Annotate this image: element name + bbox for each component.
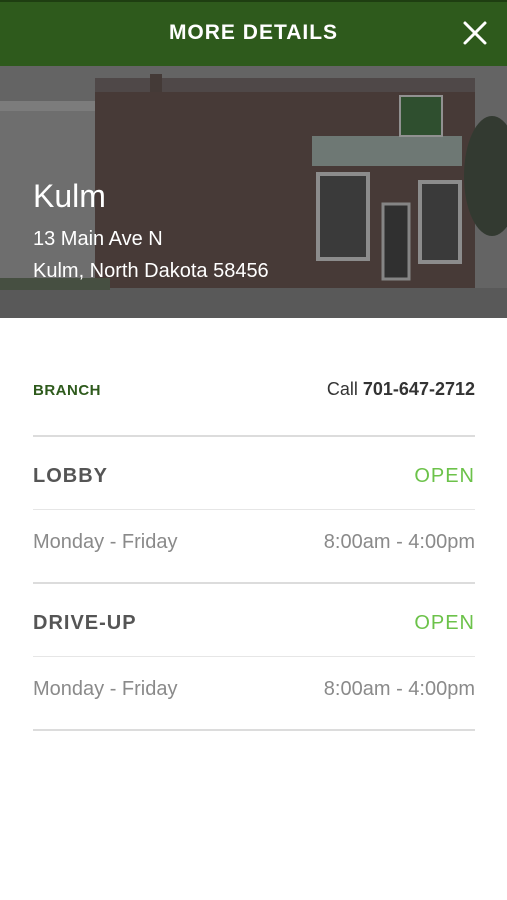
- divider: [33, 582, 475, 584]
- top-bar: MORE DETAILS: [0, 0, 507, 66]
- call-link[interactable]: Call 701-647-2712: [327, 379, 475, 400]
- drive-up-days: Monday - Friday: [33, 678, 178, 700]
- phone-number: 701-647-2712: [362, 379, 475, 399]
- divider: [33, 656, 475, 657]
- lobby-status-badge: OPEN: [414, 465, 475, 487]
- address-line-2: Kulm, North Dakota 58456: [33, 260, 269, 282]
- branch-row: BRANCH Call 701-647-2712: [33, 376, 475, 406]
- divider: [33, 509, 475, 510]
- divider: [33, 729, 475, 731]
- lobby-days: Monday - Friday: [33, 531, 178, 553]
- drive-up-status-badge: OPEN: [414, 612, 475, 634]
- address-line-1: 13 Main Ave N: [33, 228, 163, 250]
- branch-details-screen: MORE DETAILS Kulm 13 Main Ave N Kulm, No…: [0, 0, 507, 900]
- drive-up-hours: 8:00am - 4:00pm: [323, 678, 475, 700]
- call-prefix: Call: [326, 379, 358, 399]
- branch-label: BRANCH: [33, 382, 101, 399]
- lobby-hours: 8:00am - 4:00pm: [323, 531, 475, 553]
- branch-photo: Kulm 13 Main Ave N Kulm, North Dakota 58…: [0, 66, 507, 318]
- divider: [33, 435, 475, 437]
- branch-city: Kulm: [33, 178, 106, 214]
- page-title: MORE DETAILS: [168, 21, 339, 44]
- close-button[interactable]: [461, 19, 489, 47]
- close-icon: [463, 21, 487, 45]
- lobby-title: LOBBY: [33, 465, 108, 487]
- drive-up-title: DRIVE-UP: [33, 612, 137, 634]
